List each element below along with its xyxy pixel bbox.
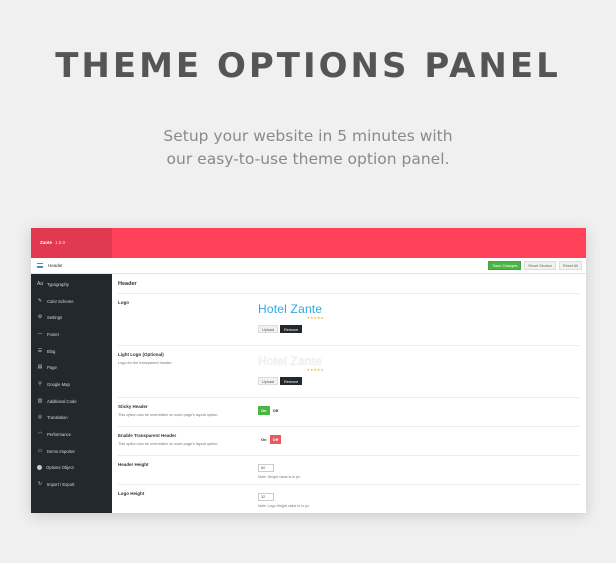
sidebar-item-label: Google Map <box>47 381 70 387</box>
typography-icon: Aa <box>36 280 44 287</box>
option-label: Logo <box>118 300 129 305</box>
menu-icon[interactable] <box>37 263 43 268</box>
sidebar-item-footer[interactable]: — Footer <box>31 326 112 343</box>
sticky-header-off[interactable]: Off <box>270 406 282 415</box>
sidebar-item-label: Additional Code <box>47 398 77 404</box>
transparent-header-on[interactable]: On <box>258 435 270 444</box>
import-icon: ▭ <box>37 447 43 454</box>
brand-name: Zante <box>40 240 53 245</box>
breadcrumb: Header <box>48 263 63 268</box>
sidebar-item-typography[interactable]: Aa Typography <box>31 276 112 293</box>
sidebar-item-color-scheme[interactable]: ✎ Color Scheme <box>31 293 112 310</box>
sidebar-item-label: Page <box>47 365 57 371</box>
panel-topbar: Zante 1.0.0 <box>31 228 586 258</box>
transparent-header-off[interactable]: Off <box>269 435 282 444</box>
logo-height-note: Note: Logo Height value is in px. <box>258 504 310 508</box>
light-logo-preview: Hotel Zante ★★★★★ <box>258 354 328 374</box>
sidebar-item-label: Typography <box>47 281 69 287</box>
sidebar-item-blog[interactable]: ☰ Blog <box>31 343 112 360</box>
option-label: Enable Transparent Header <box>118 433 177 438</box>
option-row-transparent-header: Enable Transparent Header This option ca… <box>118 427 580 456</box>
option-description: Logo for the transparent header. <box>118 361 173 365</box>
brand-version: 1.0.0 <box>55 240 66 245</box>
option-row-header-height: Header Height 80 Note: Height value is i… <box>118 456 580 485</box>
header-height-note: Note: Height value is in px. <box>258 475 301 479</box>
option-label: Sticky Header <box>118 404 148 409</box>
sidebar-item-label: Options Object <box>46 465 74 471</box>
sidebar-item-label: Demo Importer <box>47 448 75 454</box>
pencil-icon: ✎ <box>37 297 43 304</box>
option-row-sticky-header: Sticky Header This option can be overrid… <box>118 398 580 427</box>
reset-all-button[interactable]: Reset All <box>559 261 582 270</box>
option-row-logo-height: Logo Height 32 Note: Logo Height value i… <box>118 485 580 513</box>
panel-brand: Zante 1.0.0 <box>31 228 112 258</box>
save-changes-button[interactable]: Save Changes <box>488 261 522 270</box>
hero-subtitle-line-2: our easy-to-use theme option panel. <box>166 150 450 168</box>
sidebar-item-additional-code[interactable]: ▥ Additional Code <box>31 393 112 410</box>
logo-upload-button[interactable]: Upload <box>258 325 279 333</box>
sidebar-item-settings[interactable]: ⚙ Settings <box>31 309 112 326</box>
sticky-header-toggle[interactable]: On Off <box>258 406 580 415</box>
code-icon: ▥ <box>37 397 43 404</box>
option-row-light-logo: Light Logo (Optional) Logo for the trans… <box>118 346 580 398</box>
info-icon <box>37 465 42 471</box>
globe-icon: ◎ <box>37 414 43 421</box>
sidebar-item-label: Footer <box>47 331 60 337</box>
sidebar-item-google-map[interactable]: ⚲ Google Map <box>31 376 112 393</box>
sidebar-item-options-object[interactable]: Options Object <box>31 460 112 477</box>
hero-title: THEME OPTIONS PANEL <box>55 46 561 86</box>
map-pin-icon: ⚲ <box>38 380 42 387</box>
options-content: Header Logo Hotel Zante ★★★★★ Upload Rem… <box>112 274 586 513</box>
refresh-icon: ↻ <box>37 481 43 488</box>
light-logo-upload-button[interactable]: Upload <box>258 377 279 385</box>
sidebar-item-import-export[interactable]: ↻ Import / Export <box>31 476 112 493</box>
sidebar-item-label: Performance <box>47 432 71 438</box>
reset-section-button[interactable]: Reset Section <box>524 261 557 270</box>
light-logo-remove-button[interactable]: Remove <box>280 377 303 385</box>
panel-toolbar: Header Save Changes Reset Section Reset … <box>31 258 586 274</box>
gauge-icon: ◠ <box>37 431 43 438</box>
options-sidebar: Aa Typography ✎ Color Scheme ⚙ Settings — Fo… <box>31 274 112 513</box>
page-icon: ▤ <box>37 364 43 371</box>
logo-height-input[interactable]: 32 <box>258 493 274 501</box>
logo-remove-button[interactable]: Remove <box>280 325 303 333</box>
option-description: This option can be overridden on each pa… <box>118 413 219 417</box>
sidebar-item-label: Blog <box>47 348 56 354</box>
logo-stars: ★★★★★ <box>306 316 324 320</box>
light-logo-stars: ★★★★★ <box>306 368 324 372</box>
gear-icon: ⚙ <box>37 314 43 321</box>
section-title: Header <box>118 278 580 294</box>
option-label: Header Height <box>118 462 149 467</box>
sidebar-item-label: Settings <box>47 315 63 321</box>
header-height-input[interactable]: 80 <box>258 464 274 472</box>
sidebar-item-label: Translation <box>47 415 68 421</box>
options-panel: Zante 1.0.0 Header Save Changes Reset Sec… <box>31 228 586 513</box>
option-label: Logo Height <box>118 491 145 496</box>
hero-subtitle-line-1: Setup your website in 5 minutes with <box>163 127 453 145</box>
sidebar-item-page[interactable]: ▤ Page <box>31 359 112 376</box>
hero-subtitle: Setup your website in 5 minutes with our… <box>0 125 616 171</box>
minus-icon: — <box>37 330 43 337</box>
sticky-header-on[interactable]: On <box>258 406 270 415</box>
option-label: Light Logo (Optional) <box>118 352 164 357</box>
logo-preview: Hotel Zante ★★★★★ <box>258 302 328 322</box>
sidebar-item-demo-importer[interactable]: ▭ Demo Importer <box>31 443 112 460</box>
sidebar-item-label: Import / Export <box>47 482 75 488</box>
sidebar-item-label: Color Scheme <box>47 298 74 304</box>
list-icon: ☰ <box>37 347 43 354</box>
logo-preview-text: Hotel Zante <box>258 302 323 316</box>
transparent-header-toggle[interactable]: On Off <box>258 435 580 444</box>
option-description: This option can be overridden on each pa… <box>118 442 219 446</box>
sidebar-item-translation[interactable]: ◎ Translation <box>31 410 112 427</box>
light-logo-preview-text: Hotel Zante <box>258 354 323 368</box>
sidebar-item-performance[interactable]: ◠ Performance <box>31 426 112 443</box>
option-row-logo: Logo Hotel Zante ★★★★★ Upload Remove <box>118 294 580 346</box>
